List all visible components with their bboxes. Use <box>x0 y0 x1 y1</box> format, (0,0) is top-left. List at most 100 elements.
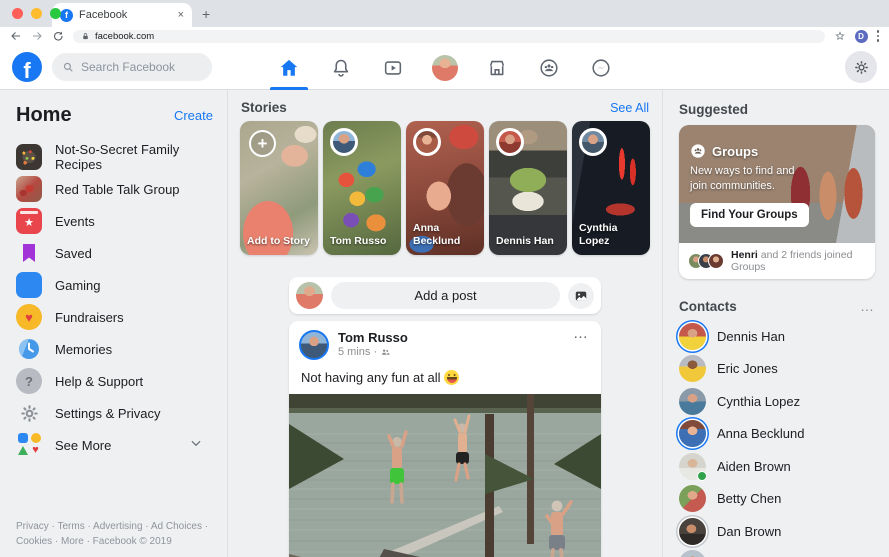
photo-icon <box>574 289 588 303</box>
post-timestamp: 5 mins · <box>338 346 377 358</box>
sidebar-item-help-support[interactable]: Help & Support <box>16 365 213 397</box>
browser-toolbar: facebook.com D <box>0 27 889 45</box>
contact-dan-brown[interactable]: Dan Brown <box>679 515 875 548</box>
groups-activity-row: Henri and 2 friends joined Groups <box>679 243 875 279</box>
main-feed-column: Stories See All + Add to Story Tom Russo… <box>228 90 662 557</box>
sidebar-item-memories[interactable]: Memories <box>16 333 213 365</box>
contact-cynthia-lopez[interactable]: Cynthia Lopez <box>679 385 875 418</box>
add-story-plus-icon: + <box>249 130 276 157</box>
recipes-photo-icon <box>16 144 42 170</box>
bookmark-star-icon[interactable] <box>834 30 846 42</box>
home-icon <box>278 57 300 79</box>
sidebar-item-red-table-talk[interactable]: Red Table Talk Group <box>16 173 213 205</box>
story-card-anna-becklund[interactable]: Anna Becklund <box>406 121 484 255</box>
post-author-avatar[interactable] <box>299 330 329 360</box>
zoom-window-button[interactable] <box>50 8 61 19</box>
nav-marketplace-tab[interactable] <box>471 45 523 90</box>
nav-notifications-tab[interactable] <box>315 45 367 90</box>
story-card-tom-russo[interactable]: Tom Russo <box>323 121 401 255</box>
post-author-name[interactable]: Tom Russo <box>338 330 408 345</box>
reload-button[interactable] <box>52 30 64 42</box>
sidebar-item-settings-privacy[interactable]: Settings & Privacy <box>16 397 213 429</box>
sidebar-menu: Not-So-Secret Family Recipes Red Table T… <box>16 141 213 461</box>
legal-footer: Privacy · Terms · Advertising · Ad Choic… <box>16 519 209 549</box>
forward-button[interactable] <box>31 30 43 42</box>
facebook-favicon-icon: f <box>60 9 73 22</box>
right-sidebar: Suggested Groups New ways to find and jo… <box>662 90 889 557</box>
browser-profile-avatar[interactable]: D <box>855 30 868 43</box>
post-photo-lake-jump[interactable] <box>289 394 601 557</box>
sidebar-item-fundraisers[interactable]: Fundraisers <box>16 301 213 333</box>
minimize-window-button[interactable] <box>31 8 42 19</box>
add-post-input[interactable]: Add a post <box>331 282 560 309</box>
browser-menu-icon[interactable] <box>877 30 880 42</box>
close-window-button[interactable] <box>12 8 23 19</box>
contact-aiden-brown[interactable]: Aiden Brown <box>679 450 875 483</box>
contact-dennis-han[interactable]: Dennis Han <box>679 320 875 353</box>
story-card-cynthia-lopez[interactable]: Cynthia Lopez <box>572 121 650 255</box>
nav-messenger-tab[interactable] <box>575 45 627 90</box>
settings-gear-icon <box>16 400 42 426</box>
sidebar-item-events[interactable]: Events <box>16 205 213 237</box>
sidebar-item-see-more[interactable]: ♥ See More <box>16 429 213 461</box>
story-author-avatar <box>413 128 441 156</box>
window-controls[interactable] <box>12 8 61 19</box>
main-navigation <box>263 45 627 90</box>
sidebar-item-saved[interactable]: Saved <box>16 237 213 269</box>
sidebar-item-label: Settings & Privacy <box>55 406 161 421</box>
story-card-dennis-han[interactable]: Dennis Han <box>489 121 567 255</box>
back-button[interactable] <box>10 30 22 42</box>
close-tab-icon[interactable]: × <box>178 9 184 21</box>
find-your-groups-button[interactable]: Find Your Groups <box>690 203 809 227</box>
contact-anna-becklund[interactable]: Anna Becklund <box>679 418 875 451</box>
facebook-logo[interactable]: f <box>12 52 42 82</box>
contact-betty-chen[interactable]: Betty Chen <box>679 483 875 516</box>
profile-avatar <box>432 55 458 81</box>
groups-activity-text: Henri and 2 friends joined Groups <box>731 249 866 273</box>
sidebar-item-gaming[interactable]: Gaming <box>16 269 213 301</box>
browser-tabstrip: f Facebook × + <box>0 0 889 27</box>
sidebar-item-recipes-group[interactable]: Not-So-Secret Family Recipes <box>16 141 213 173</box>
create-link[interactable]: Create <box>174 108 213 123</box>
story-card-add-to-story[interactable]: + Add to Story <box>240 121 318 255</box>
groups-card-photo: Groups New ways to find and join communi… <box>679 125 875 243</box>
groups-card-title: Groups <box>712 144 758 159</box>
settings-button[interactable] <box>845 51 877 83</box>
groups-badge-icon <box>690 143 706 159</box>
story-author-avatar <box>579 128 607 156</box>
nav-watch-tab[interactable] <box>367 45 419 90</box>
sidebar-item-label: Events <box>55 214 95 229</box>
contact-name: Dennis Han <box>717 329 785 344</box>
see-all-link[interactable]: See All <box>610 101 649 115</box>
nav-profile-tab[interactable] <box>419 45 471 90</box>
messenger-icon <box>590 57 612 79</box>
sidebar-item-label: Help & Support <box>55 374 143 389</box>
contacts-title: Contacts <box>679 299 737 314</box>
address-bar[interactable]: facebook.com <box>73 30 825 43</box>
nav-home-tab[interactable] <box>263 45 315 90</box>
contact-name: Cynthia Lopez <box>717 394 800 409</box>
tongue-out-emoji <box>444 370 459 385</box>
sidebar-item-label: Not-So-Secret Family Recipes <box>55 142 213 172</box>
gear-icon <box>853 59 870 76</box>
post-menu-button[interactable]: … <box>573 325 589 342</box>
avatar <box>679 453 706 480</box>
group-photo-icon <box>16 176 42 202</box>
suggested-groups-card[interactable]: Groups New ways to find and join communi… <box>679 125 875 279</box>
new-tab-button[interactable]: + <box>202 6 210 22</box>
contacts-menu-button[interactable]: … <box>860 303 875 310</box>
browser-tab[interactable]: f Facebook × <box>52 3 192 27</box>
avatar <box>679 518 706 545</box>
lock-icon <box>81 32 90 41</box>
contact-eric-jones[interactable]: Eric Jones <box>679 353 875 386</box>
nav-groups-tab[interactable] <box>523 45 575 90</box>
story-label: Cynthia Lopez <box>579 222 644 248</box>
search-input[interactable]: Search Facebook <box>52 53 212 81</box>
facebook-header: f Search Facebook <box>0 45 889 90</box>
suggested-title: Suggested <box>679 102 748 117</box>
avatar <box>679 355 706 382</box>
add-photo-button[interactable] <box>568 283 594 309</box>
contact-name: Dan Brown <box>717 524 781 539</box>
story-label: Anna Becklund <box>413 222 478 248</box>
contact-henri-cook[interactable]: Henri Cook <box>679 548 875 557</box>
